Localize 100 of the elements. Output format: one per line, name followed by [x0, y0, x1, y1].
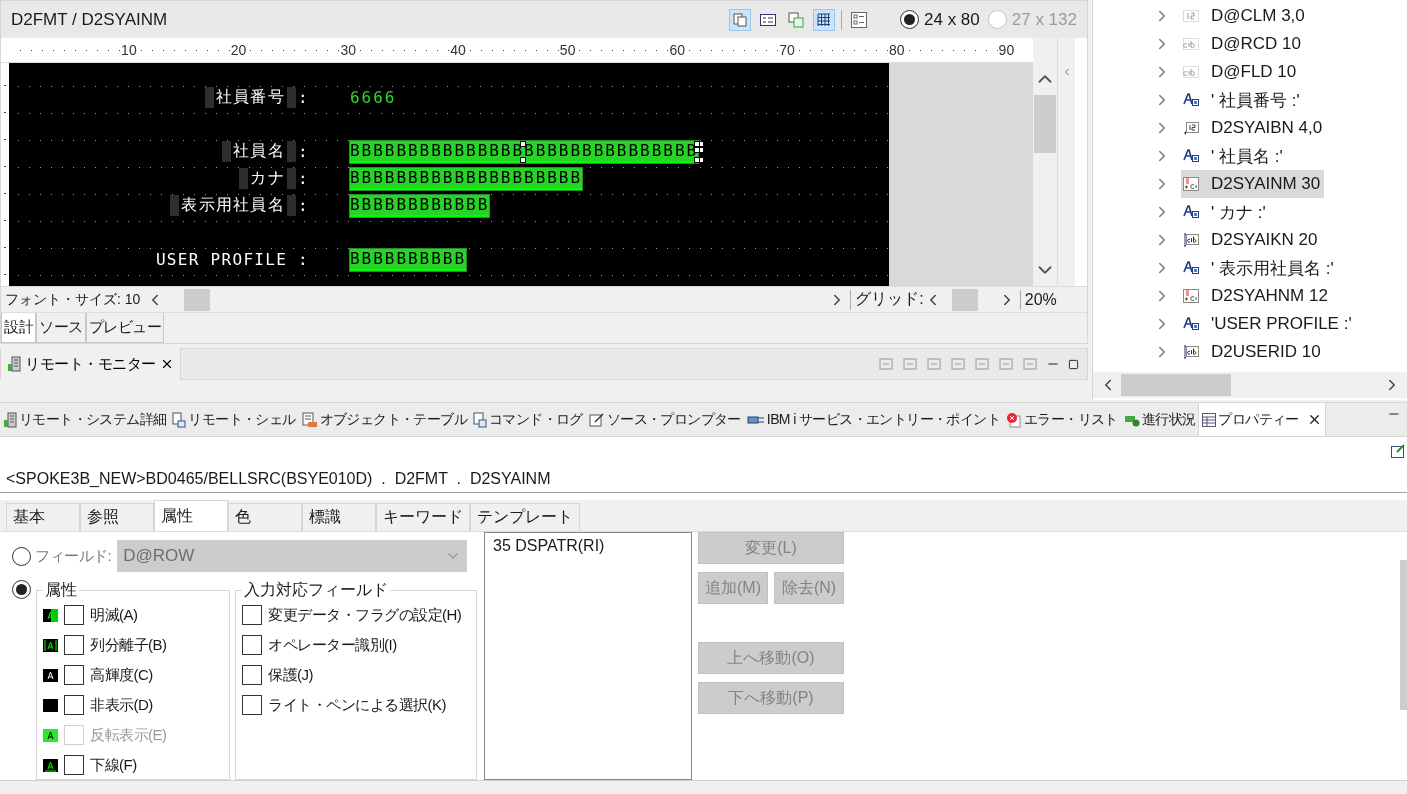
ruler-number: 30	[339, 42, 358, 58]
ruler-number: 20	[229, 42, 248, 58]
checkbox[interactable]	[64, 665, 84, 685]
tree-item[interactable]: D@CLM 3,0	[1181, 2, 1309, 30]
tree-item[interactable]: D@RCD 10	[1181, 30, 1305, 58]
screen-label[interactable]: USER PROFILE :	[155, 250, 309, 269]
attribute-marker	[287, 87, 297, 108]
checkbox-label: 変更データ・フラグの設定(H)	[268, 605, 462, 625]
tree-item[interactable]: D2SYAHNM 12	[1181, 282, 1332, 310]
view-tab[interactable]: プロパティー	[1198, 403, 1326, 436]
edit-icon	[588, 411, 605, 428]
list-item[interactable]: 35 DSPATR(RI)	[493, 537, 683, 555]
view-tab[interactable]: ソース・プロンプター	[585, 403, 744, 436]
attribute-radio[interactable]	[12, 580, 31, 599]
screen-label[interactable]: 表示用社員名	[181, 195, 286, 216]
properties-tab[interactable]: 標識	[302, 503, 376, 531]
output-numeric-field-icon	[1183, 121, 1199, 135]
properties-tab[interactable]: 属性	[154, 500, 228, 531]
ruler-number: 60	[668, 42, 687, 58]
tree-item[interactable]: D@FLD 10	[1181, 58, 1301, 86]
screen-label[interactable]: 社員番号	[215, 87, 286, 108]
ruler-number: 70	[778, 42, 796, 58]
input-text-field-icon	[1183, 233, 1199, 247]
checkbox-label: 反転表示(E)	[90, 725, 167, 745]
input-text-field-icon	[1183, 345, 1199, 359]
attribute-sample-icon	[43, 638, 58, 652]
tree-item[interactable]: ' 社員番号 :'	[1181, 86, 1304, 114]
font-size-label: フォント・サイズ: 10	[4, 290, 142, 309]
view-tab[interactable]: オブジェクト・テーブル	[298, 403, 470, 436]
view-tab[interactable]: リモート・シェル	[169, 403, 299, 436]
tree-item[interactable]: D2SYAIKN 20	[1181, 226, 1322, 254]
pin-icon[interactable]	[1391, 444, 1405, 458]
hidden-numeric-field-icon	[1183, 10, 1199, 22]
checkbox[interactable]	[242, 605, 262, 625]
screen-field[interactable]: 6666	[350, 87, 397, 108]
checkbox[interactable]	[64, 695, 84, 715]
scrollbar-thumb[interactable]	[1034, 95, 1056, 153]
screen-label[interactable]: :	[298, 196, 309, 215]
screen-size-radio[interactable]: 24 x 80	[900, 9, 980, 30]
scrollbar-thumb[interactable]	[1400, 560, 1407, 710]
screen-label[interactable]: カナ	[250, 168, 286, 189]
attribute-sample-icon	[43, 608, 58, 622]
editor-tab[interactable]: ソース	[36, 313, 86, 343]
tree-item[interactable]: ' 社員名 :'	[1181, 142, 1287, 170]
screen-label[interactable]: 社員名	[233, 141, 286, 162]
editor-tab[interactable]: プレビュー	[85, 313, 164, 343]
checkbox[interactable]	[242, 635, 262, 655]
checkbox-label: ライト・ペンによる選択(K)	[268, 695, 446, 715]
checkbox[interactable]	[242, 695, 262, 715]
properties-tab[interactable]: 参照	[80, 503, 154, 531]
view-tab-label: リモート・モニター	[25, 354, 156, 374]
field-radio[interactable]	[12, 546, 31, 566]
editor-tab[interactable]: 設計	[1, 313, 36, 343]
view-tab[interactable]: リモート・システム詳細	[0, 403, 170, 436]
tree-item[interactable]: D2SYAIBN 4,0	[1181, 114, 1327, 142]
checkbox[interactable]	[64, 635, 84, 655]
checkbox-label: オペレーター識別(I)	[268, 635, 397, 655]
attribute-marker	[287, 195, 297, 216]
tree-item[interactable]: D2USERID 10	[1181, 338, 1325, 366]
screen-label[interactable]: :	[298, 169, 309, 188]
connector-icon	[746, 413, 765, 426]
editor-title: D2FMT / D2SYAINM	[11, 9, 169, 30]
tree-item[interactable]: D2SYAINM 30	[1181, 170, 1325, 198]
tree-item[interactable]: ' カナ :'	[1181, 198, 1270, 226]
checkbox[interactable]	[242, 665, 262, 685]
scrollbar-thumb[interactable]	[184, 288, 211, 311]
hidden-text-field-icon	[1183, 66, 1199, 78]
ruler-number: 90	[997, 42, 1016, 58]
tree-item[interactable]: ' 表示用社員名 :'	[1181, 254, 1338, 282]
properties-tab[interactable]: テンプレート	[470, 503, 580, 531]
ruler-number: 50	[558, 42, 577, 58]
properties-tab[interactable]: キーワード	[376, 503, 470, 531]
input-output-field-icon	[1183, 177, 1199, 191]
maximize-icon[interactable]	[1068, 358, 1079, 370]
tree-item[interactable]: 'USER PROFILE :'	[1181, 310, 1356, 338]
group-title: 属性	[44, 580, 78, 600]
grid-slider-thumb[interactable]	[951, 288, 978, 311]
checkbox[interactable]	[64, 755, 84, 775]
group-title: 入力対応フィールド	[243, 580, 389, 600]
view-tab[interactable]: 進行状況	[1120, 403, 1199, 436]
screen-label[interactable]: :	[298, 142, 309, 161]
view-tab[interactable]: エラー・リスト	[1003, 403, 1121, 436]
checkbox[interactable]	[64, 605, 84, 625]
properties-tab[interactable]: 基本	[6, 503, 80, 531]
view-tab[interactable]: コマンド・ログ	[470, 403, 586, 436]
properties-tab[interactable]: 色	[228, 503, 302, 531]
shell-icon	[172, 411, 187, 428]
input-output-field-icon	[1183, 289, 1199, 303]
toolbar-button[interactable]	[813, 8, 835, 31]
view-tab[interactable]: IBM i サービス・エントリー・ポイント	[743, 403, 1004, 436]
screen-field[interactable]: BBBBBBBBBBBB	[350, 194, 490, 217]
resize-handle[interactable]	[520, 156, 527, 163]
screen-field[interactable]: BBBBBBBBBB	[350, 248, 467, 271]
scrollbar-thumb[interactable]	[1121, 374, 1231, 396]
layout-icon	[733, 12, 747, 27]
list-icon	[851, 11, 867, 28]
screen-field[interactable]: BBBBBBBBBBBBBBBBBBBB	[350, 167, 583, 190]
view-tab[interactable]: リモート・モニター	[1, 348, 181, 380]
constant-text-icon	[1183, 93, 1199, 107]
screen-label[interactable]: :	[298, 88, 309, 107]
